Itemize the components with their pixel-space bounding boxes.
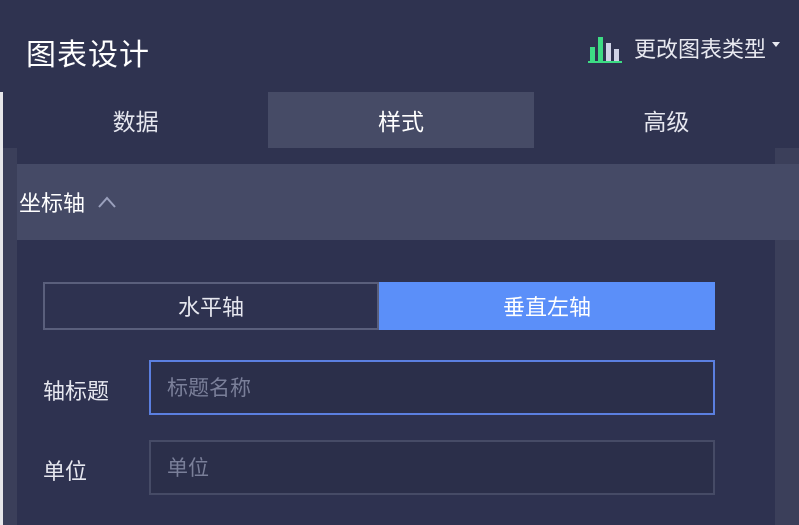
tab-style[interactable]: 样式 [268,92,534,148]
axis-section-title: 坐标轴 [19,192,86,217]
vertical-left-axis-option[interactable]: 垂直左轴 [379,282,715,330]
panel-title: 图表设计 [26,38,150,73]
tab-data[interactable]: 数据 [3,92,268,148]
panel-header: 图表设计 更改图表类型 [0,0,799,92]
scroll-gutter [775,240,799,525]
unit-input[interactable] [149,440,715,495]
previous-section-footer [17,148,775,164]
axis-switch: 水平轴 垂直左轴 [43,282,715,330]
axis-section-header[interactable]: 坐标轴 [17,164,799,240]
chart-design-panel: 图表设计 更改图表类型 数据 样式 高级 坐标轴 水平轴 垂直左轴 轴标题 标题… [0,0,799,525]
axis-title-label: 轴标题 [43,380,110,405]
horizontal-axis-option[interactable]: 水平轴 [43,282,379,330]
change-chart-type-label: 更改图表类型 [634,38,767,63]
tab-advanced[interactable]: 高级 [534,92,799,148]
axis-title-input[interactable] [149,360,715,415]
change-chart-type-button[interactable]: 更改图表类型 [588,32,781,64]
tab-bar: 数据 样式 高级 [3,92,799,148]
caret-down-icon [772,41,781,47]
chevron-up-icon[interactable] [97,195,117,209]
unit-label: 单位 [43,460,88,485]
bar-chart-icon [588,37,622,63]
